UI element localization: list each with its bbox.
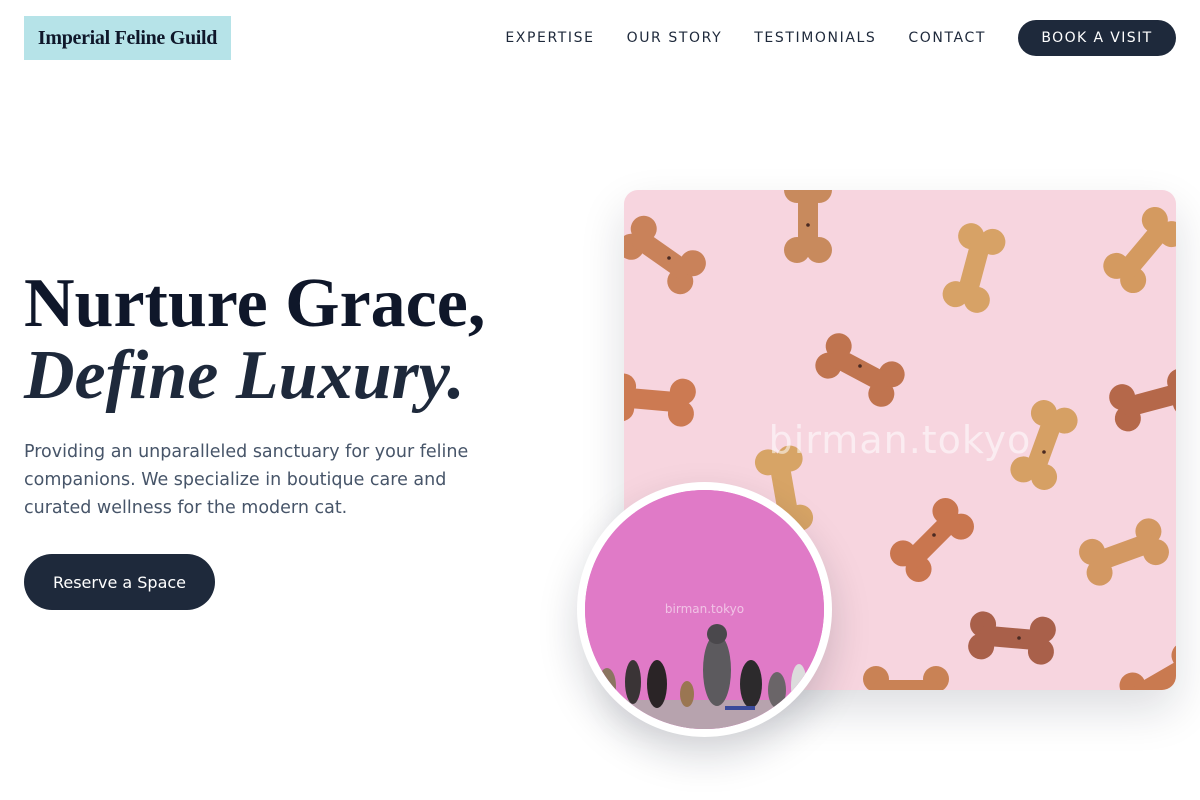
- hero-title-line1: Nurture Grace,: [24, 265, 486, 342]
- nav-link-expertise[interactable]: EXPERTISE: [505, 30, 594, 46]
- site-header: Imperial Feline Guild EXPERTISE OUR STOR…: [0, 0, 1200, 76]
- reserve-space-button[interactable]: Reserve a Space: [24, 554, 215, 610]
- brand-logo[interactable]: Imperial Feline Guild: [24, 16, 231, 60]
- book-visit-button[interactable]: BOOK A VISIT: [1018, 20, 1176, 56]
- circle-photo-watermark: birman.tokyo: [664, 602, 745, 616]
- dogs-group-photo: birman.tokyo: [577, 482, 832, 737]
- nav-link-contact[interactable]: CONTACT: [908, 30, 986, 46]
- hero-title-line2: Define Luxury.: [24, 337, 465, 414]
- main-photo-watermark: birman.tokyo: [768, 418, 1032, 462]
- nav-link-testimonials[interactable]: TESTIMONIALS: [754, 30, 876, 46]
- hero-title: Nurture Grace, Define Luxury.: [24, 268, 544, 412]
- hero-description: Providing an unparalleled sanctuary for …: [24, 442, 469, 518]
- dogs-group-photo-frame: birman.tokyo: [585, 490, 824, 729]
- main-nav: EXPERTISE OUR STORY TESTIMONIALS CONTACT…: [505, 20, 1176, 56]
- nav-link-our-story[interactable]: OUR STORY: [627, 30, 723, 46]
